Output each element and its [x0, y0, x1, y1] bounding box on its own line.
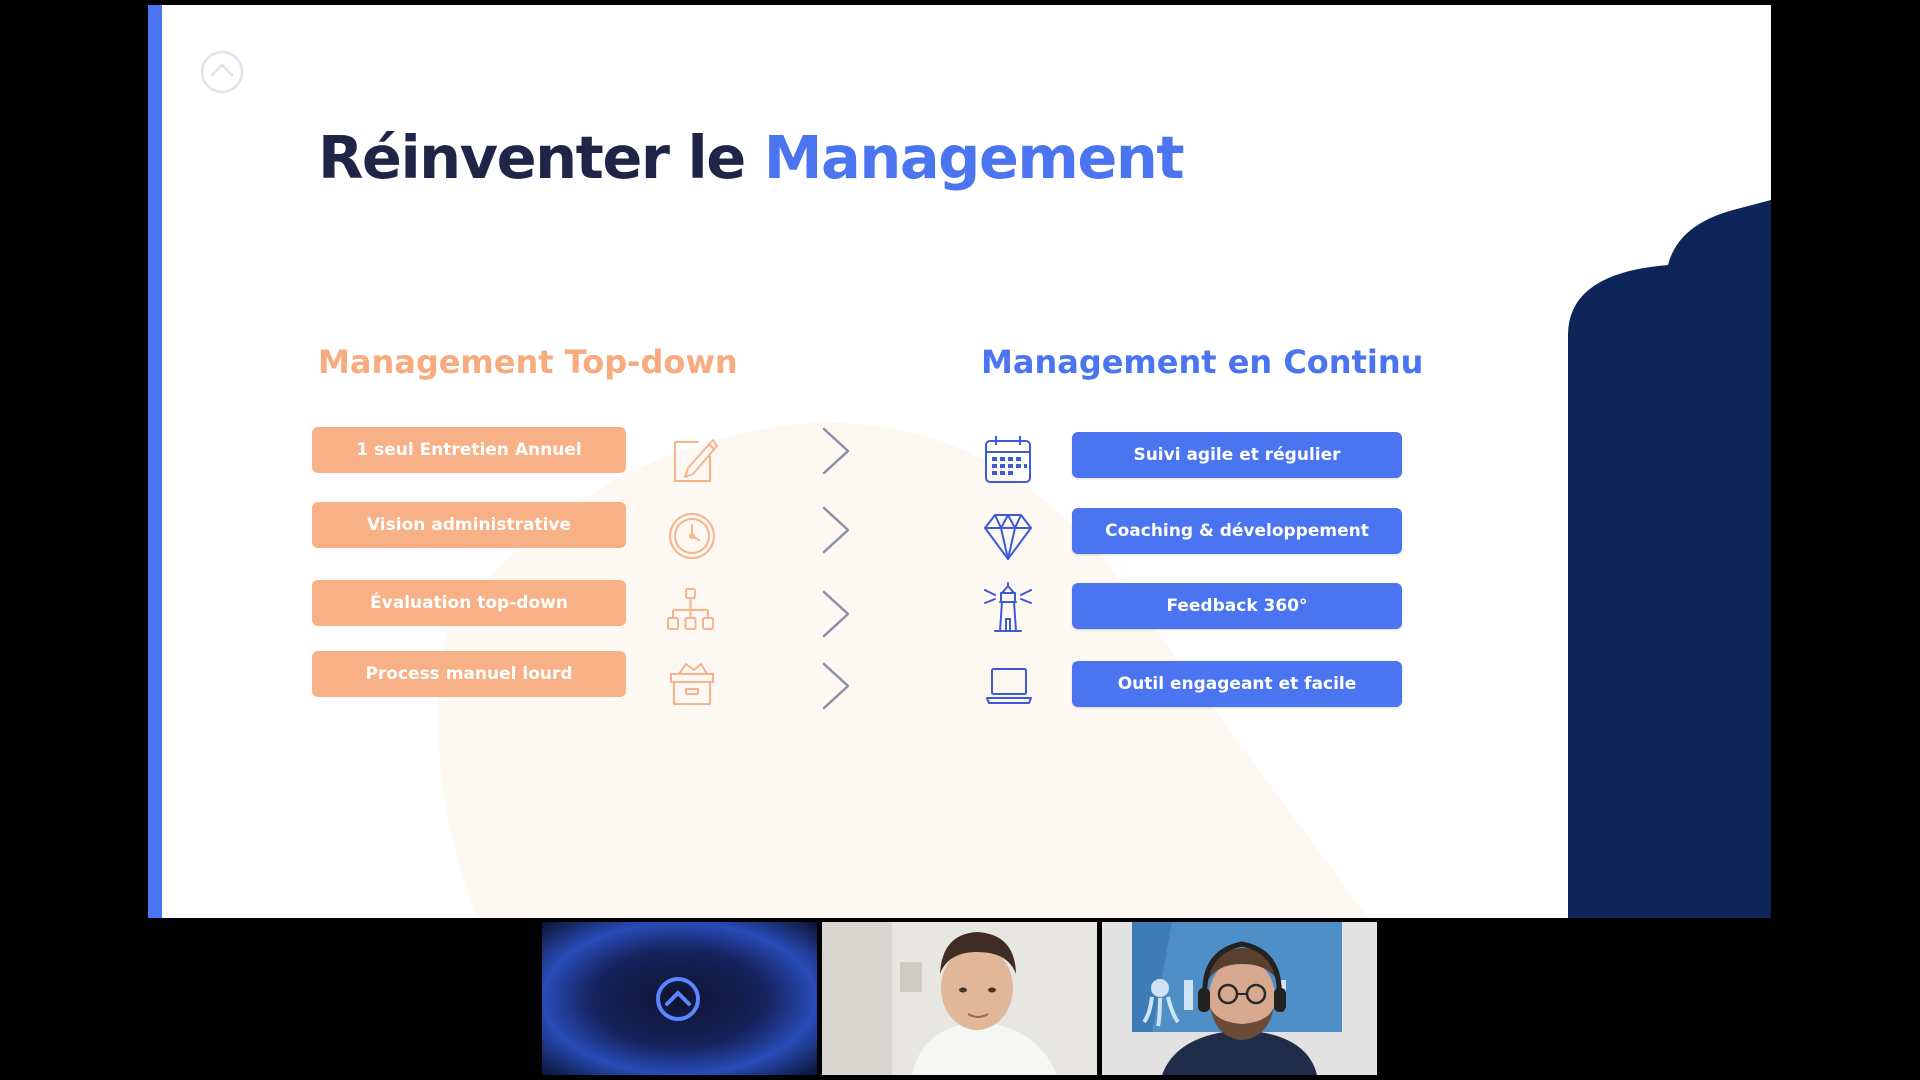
chevron-right-icon [818, 425, 854, 477]
presentation-slide: Réinventer le Management Management Top-… [148, 5, 1771, 918]
participant-tile-guest[interactable] [1102, 922, 1377, 1075]
topdown-item-evaluation: Évaluation top-down [312, 580, 626, 626]
topdown-item-manual-process: Process manuel lourd [312, 651, 626, 697]
chevron-right-icon [818, 588, 854, 640]
laptop-icon [984, 660, 1034, 714]
camera-video [822, 922, 1097, 1075]
logo-icon [656, 977, 700, 1021]
pencil-note-icon [668, 432, 718, 486]
continuous-item-feedback: Feedback 360° [1072, 583, 1402, 629]
brand-logo-icon [200, 50, 244, 94]
lighthouse-icon [983, 581, 1033, 635]
chevron-right-icon [818, 504, 854, 556]
continuous-item-agile-followup: Suivi agile et régulier [1072, 432, 1402, 478]
continuous-item-coaching: Coaching & développement [1072, 508, 1402, 554]
chevron-right-icon [818, 660, 854, 712]
diamond-icon [983, 509, 1033, 563]
right-column-heading: Management en Continu [981, 343, 1424, 381]
topdown-item-admin-vision: Vision administrative [312, 502, 626, 548]
calendar-icon [983, 432, 1033, 486]
participant-tile-host[interactable] [542, 922, 817, 1075]
topdown-item-annual-review: 1 seul Entretien Annuel [312, 427, 626, 473]
continuous-item-engaging-tool: Outil engageant et facile [1072, 661, 1402, 707]
slide-title-main: Réinventer le [318, 123, 764, 192]
org-chart-icon [665, 586, 715, 640]
slide-accent-bar [148, 5, 162, 918]
slide-title-accent: Management [763, 123, 1185, 192]
left-column-heading: Management Top-down [318, 343, 738, 381]
clock-icon [667, 509, 717, 563]
archive-box-icon [667, 656, 717, 710]
camera-video [1102, 922, 1377, 1075]
participant-tile-speaker[interactable] [822, 922, 1097, 1075]
slide-title: Réinventer le Management [318, 123, 1185, 192]
